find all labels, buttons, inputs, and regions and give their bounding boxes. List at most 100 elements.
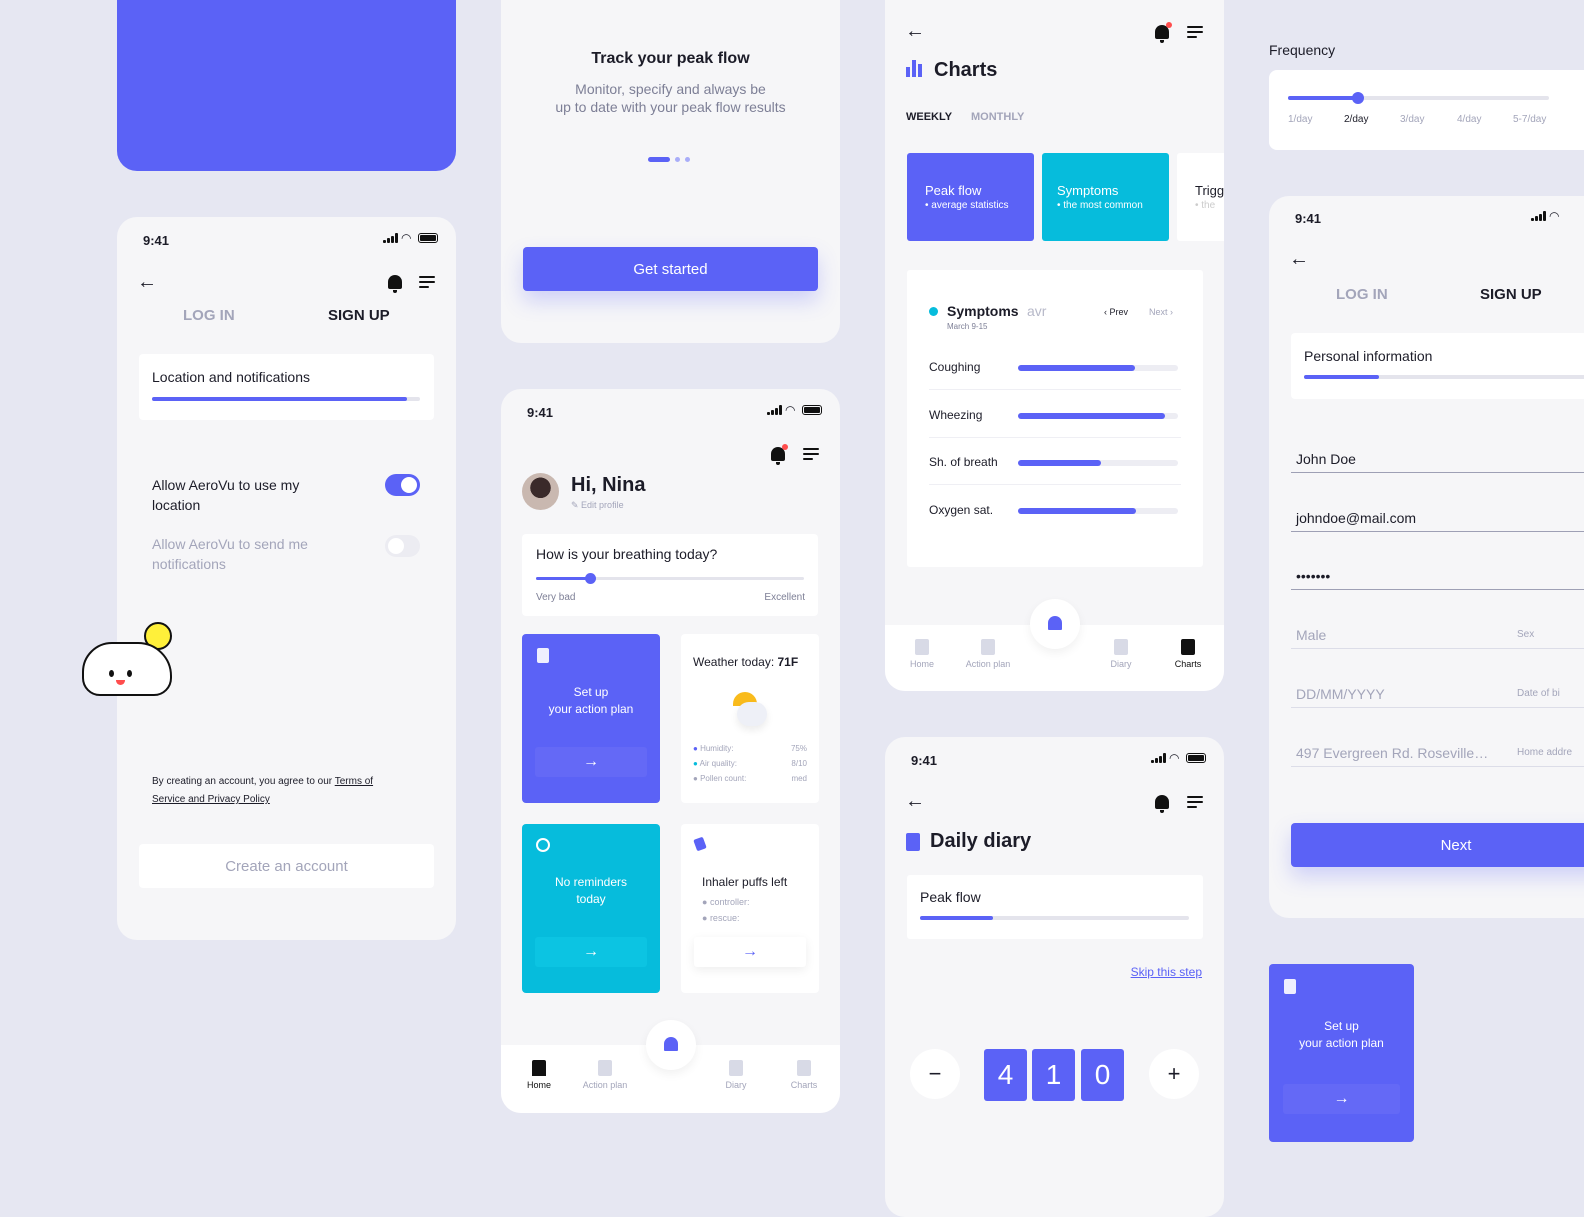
section-progress — [1304, 375, 1584, 379]
next-button[interactable]: Next — [1291, 823, 1584, 867]
form-field[interactable]: John Doe — [1291, 451, 1584, 475]
onboarding-desc-1: Monitor, specify and always be — [575, 81, 766, 97]
frequency-option[interactable]: 5-7/day — [1513, 114, 1546, 125]
prev-button[interactable]: ‹ Prev — [1104, 307, 1128, 317]
menu-icon[interactable] — [1187, 793, 1203, 811]
tab-login[interactable]: LOG IN — [183, 307, 235, 324]
decrement-button[interactable]: − — [910, 1049, 960, 1099]
menu-icon[interactable] — [419, 273, 435, 291]
breathing-slider[interactable] — [536, 573, 804, 584]
field-value: 497 Evergreen Rd. Roseville… — [1296, 744, 1489, 761]
frequency-option-selected[interactable]: 2/day — [1344, 114, 1368, 125]
status-time: 9:41 — [143, 233, 170, 248]
digit-3[interactable]: 0 — [1081, 1049, 1124, 1101]
field-value: ••••••• — [1296, 568, 1331, 585]
inhaler-tile[interactable]: Inhaler puffs left ● controller: ● rescue… — [681, 824, 819, 993]
reminders-tile[interactable]: No reminders today → — [522, 824, 660, 993]
nav-charts[interactable]: Charts — [784, 1060, 824, 1090]
bell-icon[interactable] — [388, 275, 402, 293]
field-underline — [1291, 589, 1584, 591]
next-button[interactable]: Next › — [1149, 307, 1173, 317]
emergency-button[interactable] — [1030, 599, 1080, 649]
frequency-slider[interactable] — [1288, 92, 1549, 104]
digit-2[interactable]: 1 — [1032, 1049, 1075, 1101]
toggle-notifications[interactable] — [385, 535, 420, 557]
create-account-button[interactable]: Create an account — [139, 844, 434, 888]
field-value: Male — [1296, 627, 1327, 644]
inhaler-arrow-button[interactable]: → — [694, 937, 806, 967]
tile-peak-flow[interactable]: Peak flow • average statistics — [907, 153, 1034, 241]
increment-button[interactable]: + — [1149, 1049, 1199, 1099]
symptom-bar — [1018, 412, 1166, 419]
symptom-label: Wheezing — [929, 407, 983, 422]
field-value: John Doe — [1296, 451, 1356, 467]
page-indicator — [648, 157, 690, 162]
symptom-row: Wheezing — [929, 408, 1181, 438]
digit-1[interactable]: 4 — [984, 1049, 1027, 1101]
nav-charts[interactable]: Charts — [1168, 639, 1208, 669]
nav-diary[interactable]: Diary — [1101, 639, 1141, 669]
nav-action-plan[interactable]: Action plan — [575, 1060, 635, 1090]
nav-home[interactable]: Home — [519, 1060, 559, 1090]
bell-icon[interactable] — [1155, 795, 1169, 813]
home-screen: 9:41 ◠ Hi, Nina ✎ Edit profile How is yo… — [501, 389, 840, 1113]
diary-screen: 9:41 ◠ ← Daily diary Peak flow Skip this… — [885, 737, 1224, 1217]
back-arrow-icon[interactable]: ← — [137, 271, 157, 294]
get-started-button[interactable]: Get started — [523, 247, 818, 291]
siren-icon — [664, 1037, 678, 1051]
slider-low-label: Very bad — [536, 592, 576, 603]
action-plan-tile[interactable]: Set up your action plan → — [522, 634, 660, 803]
greeting: Hi, Nina — [571, 474, 646, 496]
tab-signup[interactable]: SIGN UP — [1480, 286, 1542, 303]
back-arrow-icon[interactable]: ← — [905, 20, 925, 43]
field-underline — [1291, 706, 1584, 708]
tile-triggers[interactable]: Trigg • the — [1177, 153, 1224, 241]
nav-action-plan[interactable]: Action plan — [958, 639, 1018, 669]
nav-diary[interactable]: Diary — [716, 1060, 756, 1090]
nav-home[interactable]: Home — [902, 639, 942, 669]
tile-symptoms[interactable]: Symptoms • the most common — [1042, 153, 1169, 241]
symptom-bar — [1018, 460, 1102, 466]
privacy-link[interactable]: Service and Privacy Policy — [152, 794, 270, 805]
toggle-location[interactable] — [385, 474, 420, 496]
edit-profile-link[interactable]: ✎ Edit profile — [571, 500, 624, 511]
field-underline — [1291, 530, 1584, 532]
action-plan-arrow-button[interactable]: → — [1283, 1084, 1400, 1114]
weather-title: Weather today: 71F — [693, 655, 799, 669]
frequency-option[interactable]: 4/day — [1457, 114, 1481, 125]
tab-login[interactable]: LOG IN — [1336, 286, 1388, 303]
back-arrow-icon[interactable]: ← — [1289, 248, 1309, 271]
symptom-row: Oxygen sat. — [929, 503, 1181, 533]
form-field[interactable]: Male Sex — [1291, 627, 1584, 651]
status-icons: ◠ — [1151, 752, 1206, 764]
breathing-question: How is your breathing today? — [536, 546, 718, 562]
menu-icon[interactable] — [1187, 23, 1203, 41]
back-arrow-icon[interactable]: ← — [905, 790, 925, 813]
field-label: Home addre — [1517, 746, 1573, 758]
notification-bell-icon[interactable] — [1155, 22, 1172, 43]
symptom-label: Sh. of breath — [929, 455, 998, 469]
avatar[interactable] — [522, 473, 559, 510]
home-icon — [915, 639, 929, 655]
form-field[interactable]: ••••••• — [1291, 568, 1584, 592]
form-field[interactable]: 497 Evergreen Rd. Roseville… Home addre — [1291, 745, 1584, 769]
skip-step-link[interactable]: Skip this step — [1131, 965, 1202, 979]
form-field[interactable]: johndoe@mail.com — [1291, 510, 1584, 534]
frequency-option[interactable]: 1/day — [1288, 114, 1312, 125]
emergency-button[interactable] — [646, 1020, 696, 1070]
tab-weekly[interactable]: WEEKLY — [906, 111, 952, 123]
menu-icon[interactable] — [803, 445, 819, 463]
tab-monthly[interactable]: MONTHLY — [971, 111, 1024, 123]
action-plan-tile-large[interactable]: Set up your action plan → — [1269, 964, 1414, 1142]
frequency-option[interactable]: 3/day — [1400, 114, 1424, 125]
form-field[interactable]: DD/MM/YYYY Date of bi — [1291, 686, 1584, 710]
notification-bell-icon[interactable] — [771, 444, 788, 465]
reminders-arrow-button[interactable]: → — [535, 937, 647, 967]
section-card — [907, 875, 1203, 939]
cloud-mascot-icon — [82, 622, 177, 697]
inhaler-rows: ● controller: ● rescue: — [702, 897, 750, 923]
terms-link[interactable]: Terms of — [335, 776, 373, 787]
clipboard-icon — [981, 639, 995, 655]
action-plan-arrow-button[interactable]: → — [535, 747, 647, 777]
tab-signup[interactable]: SIGN UP — [328, 307, 390, 324]
